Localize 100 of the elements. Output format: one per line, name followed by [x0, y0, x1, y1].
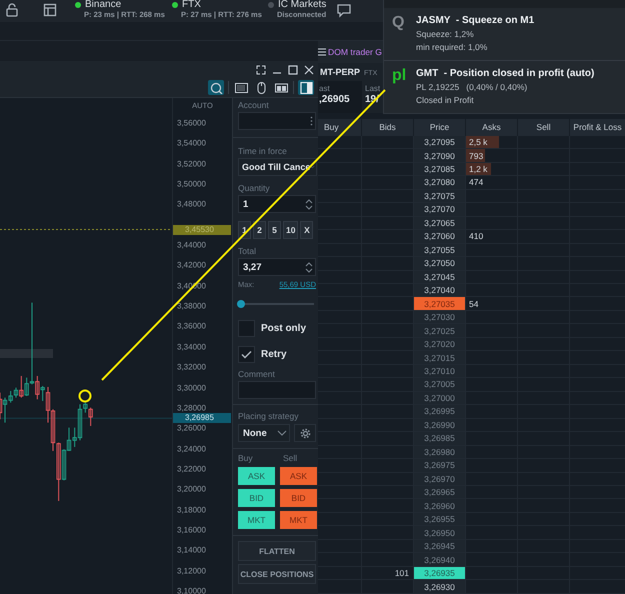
- price-cell[interactable]: 3,26960: [413, 499, 465, 512]
- ask-size: 410: [468, 231, 484, 242]
- price-cell[interactable]: 3,26930: [413, 580, 465, 593]
- checkmark-icon: [241, 350, 252, 360]
- quick-amount-button[interactable]: X: [300, 221, 314, 240]
- quick-amount-button[interactable]: 5: [268, 221, 281, 240]
- price-cell[interactable]: 3,27065: [413, 216, 465, 230]
- stat-label: Last: [365, 84, 382, 94]
- price-cell[interactable]: 3,27055: [413, 244, 465, 256]
- action-button[interactable]: FLATTEN: [238, 541, 316, 562]
- price-cell[interactable]: 3,27020: [413, 338, 465, 350]
- dom-tab[interactable]: DOM trader G: [328, 46, 382, 57]
- mouse-icon: [254, 82, 268, 94]
- price-cell[interactable]: 3,26985: [413, 432, 465, 445]
- price-cell[interactable]: 3,27000: [413, 392, 465, 404]
- field-label: Quantity: [238, 183, 271, 194]
- sell-button[interactable]: MKT: [280, 511, 317, 530]
- column-header[interactable]: Profit & Loss: [569, 118, 625, 136]
- spinner-icon[interactable]: [305, 262, 313, 273]
- column-header[interactable]: Sell: [517, 118, 569, 136]
- price-label: 3,14000: [177, 546, 206, 555]
- quantity-field[interactable]: 1: [238, 195, 316, 214]
- source-label: Q: [392, 14, 406, 33]
- price-label: 3,48000: [177, 200, 206, 209]
- menu-icon[interactable]: [318, 48, 326, 56]
- buy-button[interactable]: BID: [238, 489, 275, 508]
- connection-name[interactable]: Binance: [85, 0, 122, 10]
- panel-icon: [300, 82, 312, 94]
- price-cell[interactable]: 3,26955: [413, 512, 465, 526]
- price-cell[interactable]: 3,27095: [413, 136, 465, 148]
- price-cell[interactable]: 3,27070: [413, 203, 465, 216]
- price-cell[interactable]: 3,26935: [413, 566, 465, 580]
- notification-text: Squeeze: 1,2%: [416, 28, 475, 41]
- sell-button[interactable]: BID: [280, 489, 317, 508]
- connection-name[interactable]: IC Markets: [278, 0, 326, 10]
- account-field[interactable]: [238, 112, 316, 130]
- chevron-icon: [277, 429, 288, 438]
- action-button[interactable]: CLOSE POSITIONS: [238, 564, 316, 584]
- checkbox[interactable]: [238, 320, 255, 338]
- price-cell[interactable]: 3,27060: [413, 230, 465, 243]
- price-cell[interactable]: 3,27090: [413, 149, 465, 162]
- price-cell[interactable]: 3,26970: [413, 472, 465, 485]
- field-label: Comment: [238, 369, 276, 380]
- kebab-icon[interactable]: [310, 116, 313, 126]
- quick-amount-button[interactable]: 10: [283, 221, 298, 240]
- price-cell[interactable]: 3,26995: [413, 405, 465, 418]
- price-cell[interactable]: 3,26940: [413, 553, 465, 566]
- price-label: 3,52000: [177, 159, 206, 168]
- fullscreen-icon[interactable]: [256, 64, 266, 74]
- price-label: 3,54000: [177, 138, 206, 148]
- connection-name[interactable]: FTX: [182, 0, 201, 10]
- strategy-select[interactable]: None: [238, 424, 290, 442]
- price-label: 3,28000: [177, 403, 206, 412]
- comment-field[interactable]: [238, 381, 316, 400]
- keyboard-icon: [234, 82, 248, 94]
- toolbar-button[interactable]: [208, 80, 224, 96]
- buy-label: Buy: [238, 453, 254, 464]
- checkbox[interactable]: [238, 346, 255, 364]
- price-cell[interactable]: 3,27045: [413, 270, 465, 283]
- spinner-icon[interactable]: [305, 198, 313, 210]
- price-cell[interactable]: 3,27050: [413, 257, 465, 270]
- column-header[interactable]: Bids: [361, 118, 413, 136]
- price-cell[interactable]: 3,26945: [413, 540, 465, 552]
- toolbar-button[interactable]: [233, 80, 249, 96]
- price-cell[interactable]: 3,26950: [413, 526, 465, 539]
- stat-value: ,26905: [319, 94, 351, 105]
- toolbar-button[interactable]: [298, 80, 314, 96]
- price-cell[interactable]: 3,27005: [413, 378, 465, 391]
- price-cell[interactable]: 3,27080: [413, 176, 465, 189]
- lock-icon[interactable]: [5, 3, 19, 17]
- price-cell[interactable]: 3,27085: [413, 162, 465, 176]
- price-cell[interactable]: 3,26990: [413, 418, 465, 432]
- sell-label: Sell: [282, 453, 298, 464]
- buy-button[interactable]: MKT: [238, 511, 275, 530]
- layout-icon[interactable]: [43, 3, 57, 17]
- settings-icon: [300, 428, 311, 439]
- quick-amount-button[interactable]: 2: [253, 221, 266, 240]
- price-cell[interactable]: 3,27040: [413, 284, 465, 296]
- settings-button[interactable]: [294, 424, 316, 442]
- price-cell[interactable]: 3,27010: [413, 364, 465, 378]
- notification-text: Closed in Profit: [416, 94, 475, 107]
- price-cell[interactable]: 3,27025: [413, 324, 465, 337]
- price-label: 3,22000: [177, 464, 206, 474]
- sell-button[interactable]: ASK: [280, 467, 317, 486]
- price-cell[interactable]: 3,26965: [413, 486, 465, 498]
- maximize-icon[interactable]: [288, 64, 298, 74]
- close-icon[interactable]: [304, 64, 314, 74]
- column-header[interactable]: Buy: [318, 118, 361, 136]
- symbol-name: MT-PERP: [320, 66, 360, 77]
- price-cell[interactable]: 3,27075: [413, 190, 465, 202]
- bid-size: 101: [394, 568, 409, 578]
- price-cell[interactable]: 3,27030: [413, 310, 465, 324]
- price-cell[interactable]: 3,26975: [413, 459, 465, 472]
- slider-thumb[interactable]: [237, 300, 245, 308]
- buy-button[interactable]: ASK: [238, 467, 275, 486]
- chat-icon[interactable]: [336, 3, 352, 18]
- price-cell[interactable]: 3,26980: [413, 446, 465, 458]
- price-cell[interactable]: 3,27035: [413, 297, 465, 310]
- price-cell[interactable]: 3,27015: [413, 351, 465, 364]
- total-field[interactable]: 3,27: [238, 258, 316, 276]
